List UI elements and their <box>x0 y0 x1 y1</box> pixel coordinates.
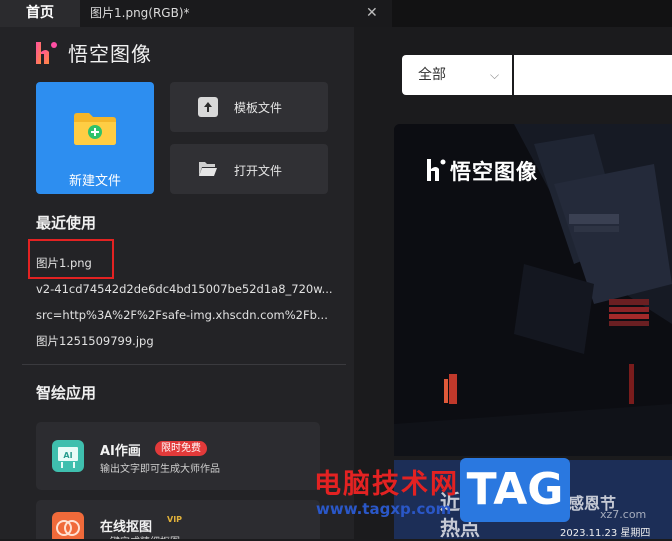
free-badge: 限时免费 <box>155 441 207 456</box>
watermark-url: www.tagxp.com <box>316 500 452 518</box>
ai-paint-name: AI作画 <box>100 444 141 459</box>
watermark-tag-logo: TAG <box>460 458 570 522</box>
folder-add-icon <box>74 113 116 145</box>
recent-section-title: 最近使用 <box>36 214 97 232</box>
smart-apps-title: 智绘应用 <box>36 384 97 402</box>
divider <box>22 364 346 365</box>
app-name: 悟空图像 <box>68 42 152 66</box>
watermark-faint-url: xz7.com <box>600 508 647 521</box>
watermark-site-name: 电脑技术网 <box>314 469 459 500</box>
vip-badge: VIP <box>167 515 183 524</box>
search-input[interactable] <box>514 55 672 95</box>
ai-paint-icon: AI <box>52 440 84 472</box>
folder-open-icon <box>199 162 217 176</box>
upload-file-icon <box>198 97 218 117</box>
selection-highlight <box>28 239 114 279</box>
ai-paint-desc: 输出文字即可生成大师作品 <box>100 464 220 475</box>
banner-title: 悟空图像 <box>450 160 538 184</box>
open-file-label: 打开文件 <box>234 164 283 178</box>
category-select-label: 全部 <box>418 67 446 83</box>
app-logo-icon <box>36 42 57 64</box>
watermark-date: 2023.11.23 星期四 <box>560 528 651 539</box>
cutout-icon <box>52 512 84 539</box>
banner-logo-icon <box>427 159 446 181</box>
recent-file-item[interactable]: 图片1251509799.jpg <box>36 333 154 349</box>
tab-document-label[interactable]: 图片1.png(RGB)* <box>90 0 190 27</box>
tab-close-icon[interactable]: ✕ <box>366 0 378 27</box>
new-file-label: 新建文件 <box>68 174 121 189</box>
chevron-down-icon[interactable]: ⌵ <box>490 55 499 95</box>
tab-home[interactable]: 首页 <box>0 0 80 27</box>
recent-file-item[interactable]: src=http%3A%2F%2Fsafe-img.xhscdn.com%2Fb… <box>36 308 328 322</box>
online-cutout-desc: 一键完成精细抠图 <box>100 533 180 539</box>
svg-text:AI: AI <box>63 451 72 460</box>
template-file-label: 模板文件 <box>234 101 283 115</box>
recent-file-item[interactable]: v2-41cd74542d2de6dc4bd15007be52d1a8_720w… <box>36 282 333 296</box>
